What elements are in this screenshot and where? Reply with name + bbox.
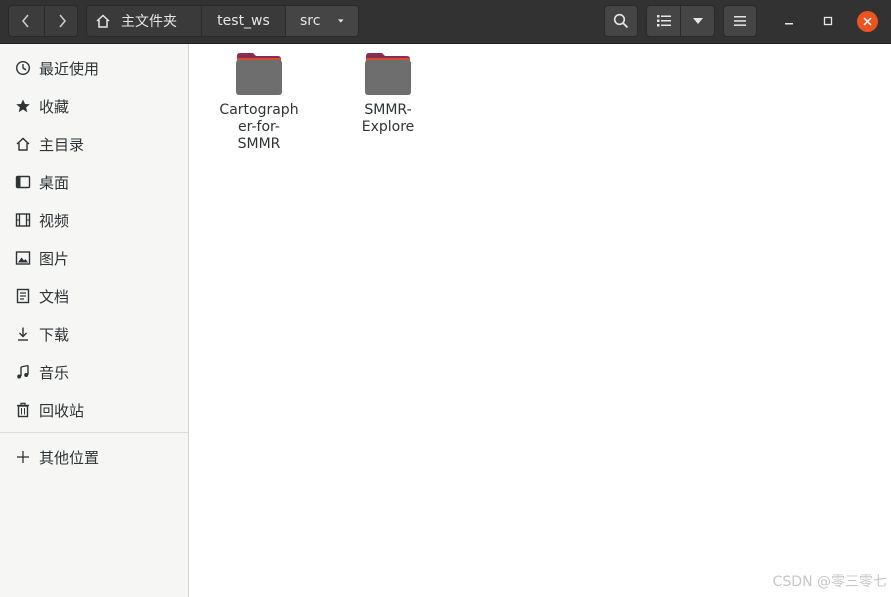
breadcrumb-src[interactable]: src — [286, 6, 358, 36]
sidebar-item-label: 音乐 — [39, 363, 70, 382]
forward-button[interactable] — [44, 6, 77, 36]
sidebar: 最近使用 收藏 主目录 桌面 视频 图片 文档 下载 音乐 回收站 其他位置 — [0, 44, 189, 597]
breadcrumb-label: test_ws — [217, 13, 270, 29]
breadcrumb-label: src — [300, 13, 321, 29]
minimize-icon — [785, 23, 793, 25]
triangle-down-icon — [692, 18, 703, 24]
back-button[interactable] — [9, 6, 43, 36]
sidebar-item-label: 文档 — [39, 287, 70, 306]
view-options-button[interactable] — [681, 6, 714, 36]
music-icon — [14, 363, 32, 381]
download-icon — [14, 325, 32, 343]
sidebar-item-label: 最近使用 — [39, 59, 100, 78]
sidebar-item-pictures[interactable]: 图片 — [0, 239, 188, 277]
hamburger-menu-icon — [734, 16, 746, 26]
sidebar-item-home[interactable]: 主目录 — [0, 125, 188, 163]
chevron-right-icon — [59, 14, 66, 28]
sidebar-item-label: 下载 — [39, 325, 70, 344]
document-icon — [14, 287, 32, 305]
breadcrumb-label: 主文件夹 — [121, 14, 177, 30]
path-bar: 主文件夹 test_ws src — [86, 5, 359, 37]
maximize-icon — [823, 16, 833, 26]
file-view: Cartograph er-for- SMMR SMMR- Explore — [190, 44, 891, 597]
sidebar-item-label: 图片 — [39, 249, 70, 268]
triangle-down-icon — [338, 19, 344, 23]
breadcrumb-home[interactable]: 主文件夹 — [87, 6, 202, 36]
header-bar: 主文件夹 test_ws src — [0, 0, 891, 44]
close-icon — [863, 17, 872, 26]
home-icon — [14, 135, 32, 153]
chevron-left-icon — [22, 14, 29, 28]
sidebar-item-label: 收藏 — [39, 97, 70, 116]
sidebar-item-label: 其他位置 — [39, 448, 100, 467]
clock-icon — [14, 59, 32, 77]
sidebar-divider — [0, 432, 188, 433]
minimize-button[interactable] — [779, 11, 799, 31]
navigation-buttons — [8, 5, 78, 37]
sidebar-item-music[interactable]: 音乐 — [0, 353, 188, 391]
folder-icon — [236, 53, 282, 95]
close-button[interactable] — [857, 11, 878, 32]
plus-icon — [14, 448, 32, 466]
star-icon — [14, 97, 32, 115]
file-name: SMMR- Explore — [361, 102, 415, 135]
maximize-button[interactable] — [818, 11, 838, 31]
folder-icon — [365, 53, 411, 95]
search-button[interactable] — [604, 5, 638, 37]
list-view-icon — [656, 15, 671, 27]
sidebar-item-other-locations[interactable]: 其他位置 — [0, 438, 188, 476]
sidebar-item-documents[interactable]: 文档 — [0, 277, 188, 315]
sidebar-item-downloads[interactable]: 下载 — [0, 315, 188, 353]
image-icon — [14, 249, 32, 267]
home-icon — [96, 14, 110, 28]
sidebar-item-starred[interactable]: 收藏 — [0, 87, 188, 125]
file-item-folder[interactable]: SMMR- Explore — [333, 52, 443, 136]
sidebar-item-trash[interactable]: 回收站 — [0, 391, 188, 429]
file-name: Cartograph er-for- SMMR — [219, 102, 299, 152]
sidebar-item-label: 视频 — [39, 211, 70, 230]
menu-button[interactable] — [723, 5, 757, 37]
sidebar-item-recent[interactable]: 最近使用 — [0, 49, 188, 87]
view-mode-group — [646, 5, 715, 37]
desktop-icon — [14, 173, 32, 191]
trash-icon — [14, 401, 32, 419]
film-icon — [14, 211, 32, 229]
sidebar-item-videos[interactable]: 视频 — [0, 201, 188, 239]
sidebar-item-desktop[interactable]: 桌面 — [0, 163, 188, 201]
watermark: CSDN @零三零七 — [772, 574, 887, 590]
breadcrumb-test-ws[interactable]: test_ws — [202, 6, 286, 36]
search-icon — [613, 13, 629, 29]
file-item-folder[interactable]: Cartograph er-for- SMMR — [204, 52, 314, 153]
sidebar-item-label: 回收站 — [39, 401, 85, 420]
sidebar-item-label: 主目录 — [39, 135, 85, 154]
list-view-button[interactable] — [647, 6, 681, 36]
sidebar-item-label: 桌面 — [39, 173, 70, 192]
